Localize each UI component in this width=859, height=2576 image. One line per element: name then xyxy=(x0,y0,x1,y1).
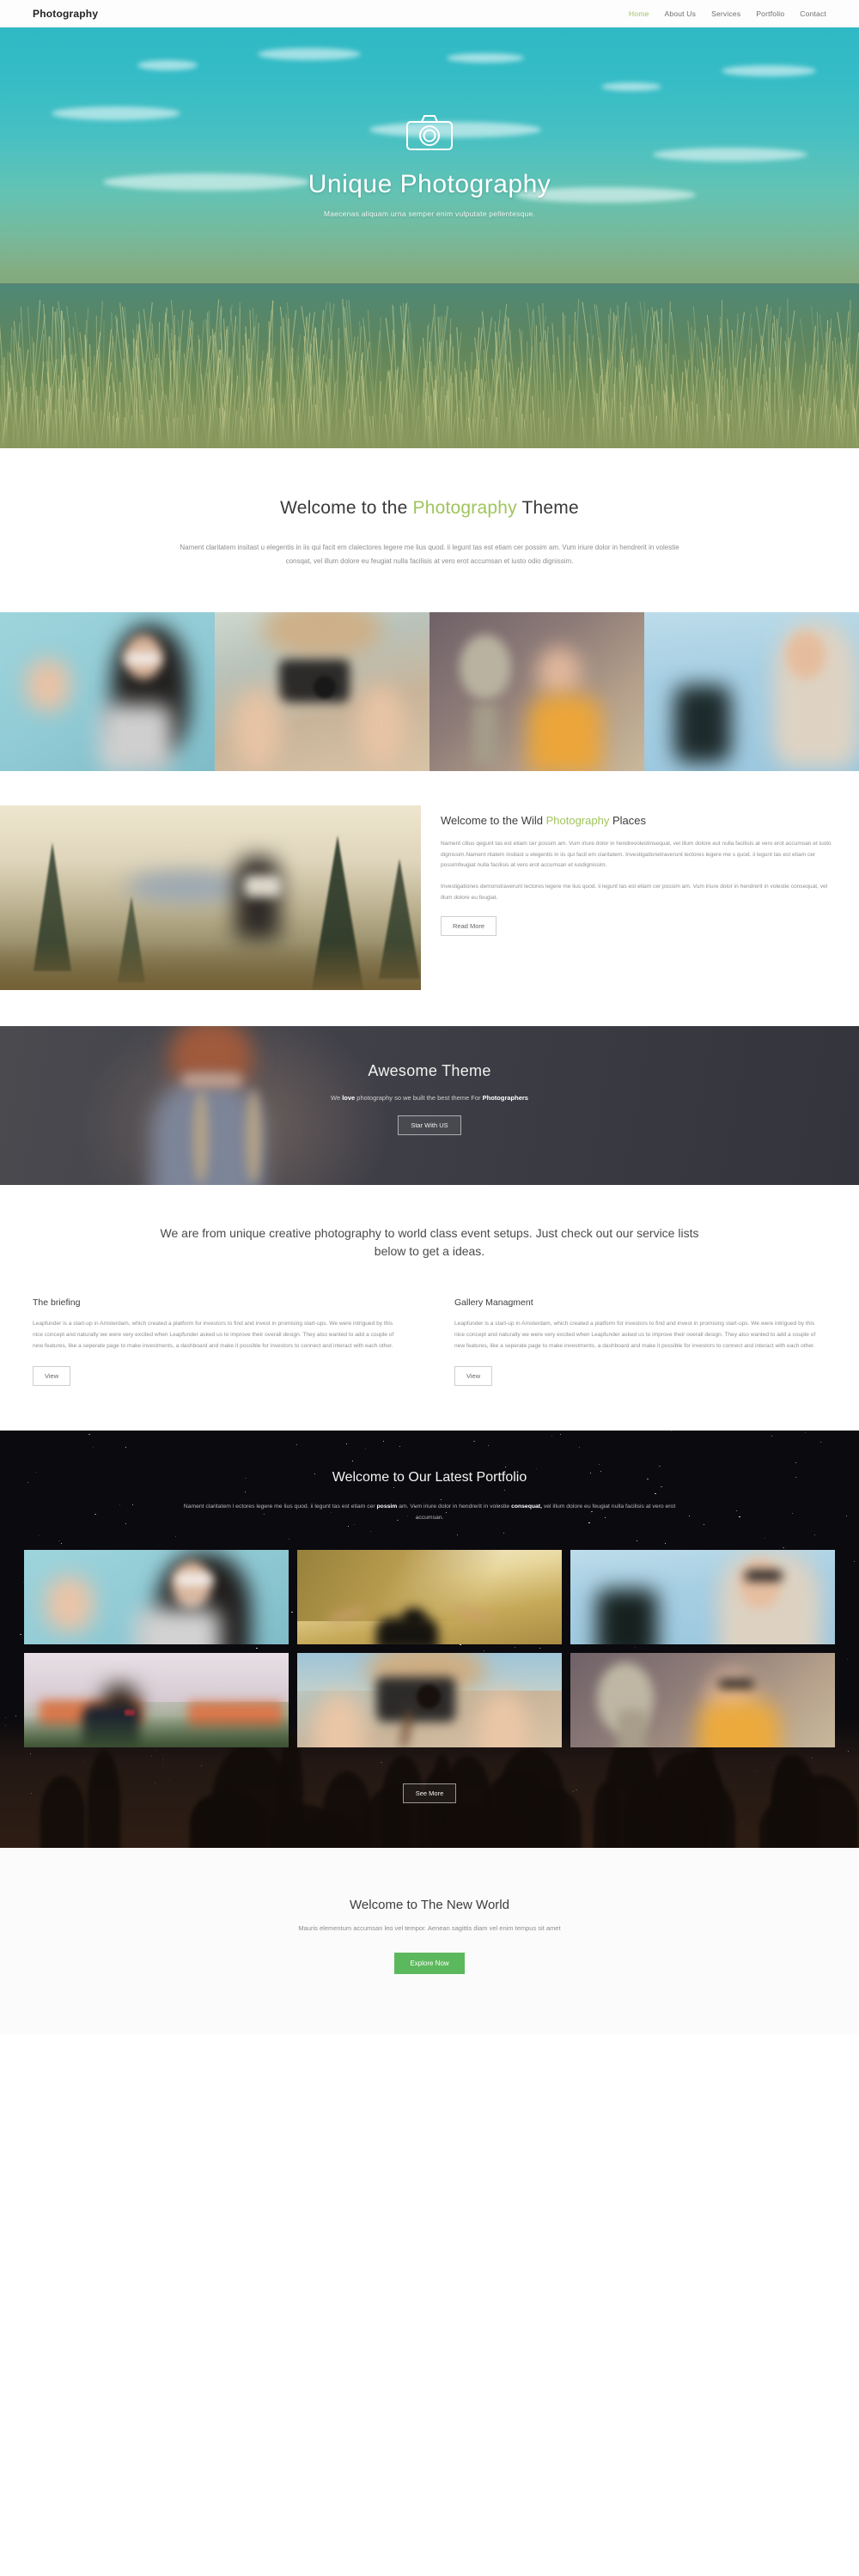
star-with-us-button[interactable]: Star With US xyxy=(398,1115,460,1135)
wild-title-pre: Welcome to the Wild xyxy=(441,814,546,827)
view-button-gallery-managment[interactable]: View xyxy=(454,1366,492,1386)
awesome-sub-pre: We xyxy=(331,1094,342,1102)
wild-paragraph-1: Nament cllius qegunt tas est etiam cer p… xyxy=(441,839,833,872)
gallery-image-girl-framing-hands-blue[interactable] xyxy=(0,612,215,771)
portfolio-sub-pre: Nament claritatem l ectores legere me li… xyxy=(184,1504,377,1510)
service-title-gallery-managment: Gallery Managment xyxy=(454,1297,826,1308)
welcome-title-pre: Welcome to the xyxy=(280,498,412,518)
navbar: Photography Home About Us Services Portf… xyxy=(0,0,859,27)
portfolio-item-woman-sky-statue[interactable] xyxy=(570,1550,835,1644)
portfolio-subtitle: Nament claritatem l ectores legere me li… xyxy=(172,1501,687,1524)
wild-paragraph-2: Investigationes demonstraverunt lectores… xyxy=(441,882,833,904)
brand-logo[interactable]: Photography xyxy=(33,8,98,20)
portfolio-item-woman-holding-vintage-camera[interactable] xyxy=(297,1653,562,1747)
portfolio-sub-bold-possim: possim xyxy=(377,1504,398,1510)
footer-title: Welcome to The New World xyxy=(0,1898,859,1912)
nav-item-portfolio[interactable]: Portfolio xyxy=(756,9,784,18)
nav-item-contact[interactable]: Contact xyxy=(800,9,826,18)
wild-photography-image xyxy=(0,805,421,990)
portfolio-grid xyxy=(0,1524,859,1747)
portfolio-item-girl-framing-hands-blue[interactable] xyxy=(24,1550,289,1644)
wild-photography-text: Welcome to the Wild Photography Places N… xyxy=(421,805,859,990)
hero-grass-field xyxy=(0,285,859,448)
portfolio-see-more-wrapper: See More xyxy=(0,1770,859,1803)
portfolio-sub-mid: am. Vum iriure dolor in hendrerit in vol… xyxy=(397,1504,511,1510)
welcome-body: Nament claritatem insitast u elegentis i… xyxy=(172,541,687,569)
awesome-sub-mid: photography so we built the best theme F… xyxy=(355,1094,482,1102)
awesome-theme-section: Awesome Theme We love photography so we … xyxy=(0,1026,859,1185)
service-title-the-briefing: The briefing xyxy=(33,1297,405,1308)
gallery-strip xyxy=(0,612,859,771)
wild-title-post: Places xyxy=(609,814,646,827)
footer-subtitle: Mauris elementum accumsan leo vel tempor… xyxy=(0,1924,859,1932)
portfolio-item-man-arms-open-wheat-field[interactable] xyxy=(297,1550,562,1644)
nav-item-about-us[interactable]: About Us xyxy=(665,9,697,18)
awesome-theme-content: Awesome Theme We love photography so we … xyxy=(0,1026,859,1135)
gallery-image-woman-holding-vintage-camera[interactable] xyxy=(215,612,430,771)
welcome-title-post: Theme xyxy=(517,498,579,518)
service-column-gallery-managment: Gallery Managment Leapfunder is a start-… xyxy=(454,1297,826,1386)
portfolio-section: Welcome to Our Latest Portfolio Nament c… xyxy=(0,1431,859,1848)
services-columns: The briefing Leapfunder is a start-up in… xyxy=(33,1297,826,1386)
awesome-title: Awesome Theme xyxy=(0,1062,859,1080)
welcome-section: Welcome to the Photography Theme Nament … xyxy=(0,448,859,612)
read-more-button[interactable]: Read More xyxy=(441,916,497,936)
explore-now-button[interactable]: Explore Now xyxy=(394,1953,464,1974)
footer-section: Welcome to The New World Mauris elementu… xyxy=(0,1848,859,2034)
service-body-gallery-managment: Leapfunder is a start-up in Amsterdam, w… xyxy=(454,1319,826,1352)
service-body-the-briefing: Leapfunder is a start-up in Amsterdam, w… xyxy=(33,1319,405,1352)
welcome-title-accent: Photography xyxy=(413,498,517,518)
hero-content: Unique Photography Maecenas aliquam urna… xyxy=(0,27,859,218)
nav-item-services[interactable]: Services xyxy=(711,9,740,18)
portfolio-sub-bold-consequat: consequat, xyxy=(511,1504,542,1510)
awesome-sub-bold-love: love xyxy=(342,1094,355,1102)
wild-title: Welcome to the Wild Photography Places xyxy=(441,814,833,827)
portfolio-item-woman-stone-monument[interactable] xyxy=(570,1653,835,1747)
awesome-subtitle: We love photography so we built the best… xyxy=(0,1094,859,1102)
nav-links: Home About Us Services Portfolio Contact xyxy=(629,9,826,18)
view-button-the-briefing[interactable]: View xyxy=(33,1366,70,1386)
wild-photography-section: Welcome to the Wild Photography Places N… xyxy=(0,771,859,990)
portfolio-title: Welcome to Our Latest Portfolio xyxy=(0,1470,859,1485)
services-lead-text: We are from unique creative photography … xyxy=(146,1224,713,1261)
camera-icon xyxy=(405,113,454,151)
gallery-image-woman-stone-monument[interactable] xyxy=(430,612,644,771)
wild-title-accent: Photography xyxy=(546,814,610,827)
nav-item-home[interactable]: Home xyxy=(629,9,649,18)
gallery-image-woman-sky-statue[interactable] xyxy=(644,612,859,771)
hero-banner: Unique Photography Maecenas aliquam urna… xyxy=(0,27,859,448)
hero-subtitle: Maecenas aliquam urna semper enim vulput… xyxy=(0,210,859,218)
hero-title: Unique Photography xyxy=(0,170,859,198)
welcome-title: Welcome to the Photography Theme xyxy=(0,498,859,519)
awesome-sub-bold-photographers: Photographers xyxy=(483,1094,528,1102)
services-section: We are from unique creative photography … xyxy=(0,1185,859,1431)
portfolio-header: Welcome to Our Latest Portfolio Nament c… xyxy=(0,1470,859,1524)
service-column-the-briefing: The briefing Leapfunder is a start-up in… xyxy=(33,1297,405,1386)
portfolio-item-groom-bowtie-cityscape[interactable] xyxy=(24,1653,289,1747)
see-more-button[interactable]: See More xyxy=(403,1783,457,1803)
